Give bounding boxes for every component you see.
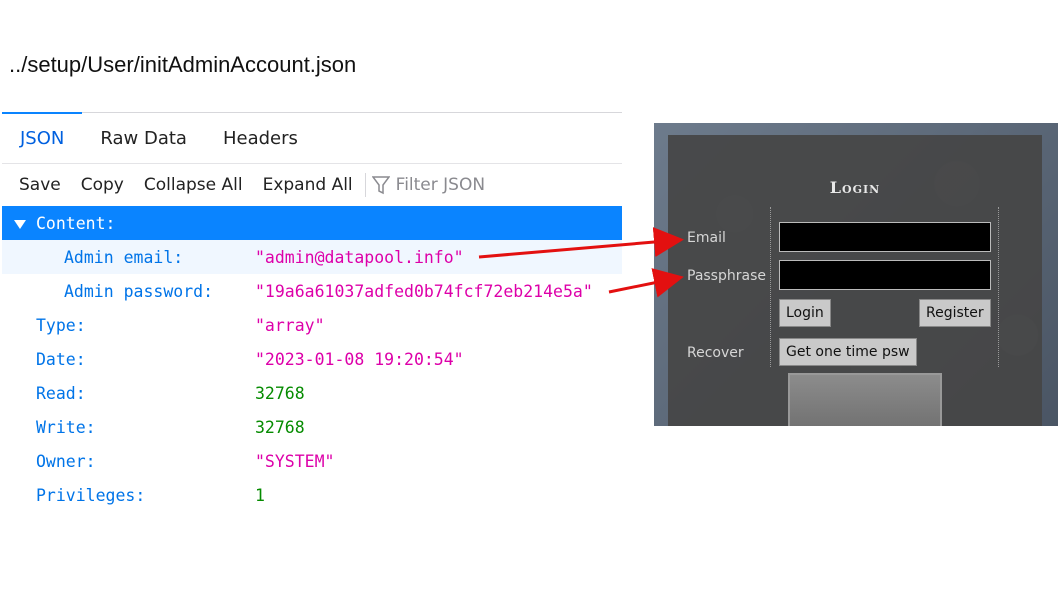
email-label: Email [687, 230, 726, 246]
tab-headers[interactable]: Headers [205, 113, 316, 163]
type-key: Type: [36, 315, 86, 335]
json-row-owner[interactable]: Owner: "SYSTEM" [2, 444, 622, 478]
viewer-tabs: JSON Raw Data Headers [2, 112, 622, 164]
json-row-content[interactable]: Content: [2, 206, 622, 240]
read-key: Read: [36, 383, 86, 403]
collapse-all-button[interactable]: Collapse All [134, 175, 253, 195]
write-key: Write: [36, 417, 96, 437]
tab-json[interactable]: JSON [2, 112, 83, 163]
login-panel: Login Email Passphrase Login Register Re… [668, 135, 1042, 426]
json-row-admin-email[interactable]: Admin email: "admin@datapool.info" [2, 240, 622, 274]
passphrase-input[interactable] [779, 260, 991, 290]
date-key: Date: [36, 349, 86, 369]
owner-key: Owner: [36, 451, 96, 471]
json-viewer: JSON Raw Data Headers Save Copy Collapse… [2, 112, 622, 512]
filter-icon [371, 176, 390, 195]
json-row-write[interactable]: Write: 32768 [2, 410, 622, 444]
content-key: Content: [14, 214, 115, 233]
admin-password-key: Admin password: [64, 281, 214, 301]
background-door [788, 373, 942, 426]
file-path-caption: ../setup/User/initAdminAccount.json [9, 52, 357, 77]
recover-label: Recover [687, 345, 744, 361]
expand-all-button[interactable]: Expand All [253, 175, 363, 195]
json-row-admin-password[interactable]: Admin password: "19a6a61037adfed0b74fcf7… [2, 274, 622, 308]
json-row-date[interactable]: Date: "2023-01-08 19:20:54" [2, 342, 622, 376]
read-value: 32768 [255, 383, 305, 403]
write-value: 32768 [255, 417, 305, 437]
owner-value: "SYSTEM" [255, 451, 335, 471]
filter-placeholder: Filter JSON [395, 175, 486, 195]
right-dotted-divider [998, 207, 999, 367]
login-button[interactable]: Login [779, 299, 831, 327]
json-row-type[interactable]: Type: "array" [2, 308, 622, 342]
json-toolbar: Save Copy Collapse All Expand All Filter… [2, 164, 622, 206]
content-key-label: Content: [36, 213, 116, 233]
type-value: "array" [255, 315, 325, 335]
login-title: Login [829, 178, 881, 197]
privileges-key: Privileges: [36, 485, 146, 505]
expand-triangle-icon [14, 219, 26, 229]
login-screenshot: Login Email Passphrase Login Register Re… [654, 123, 1058, 426]
admin-email-value: "admin@datapool.info" [255, 247, 464, 267]
json-tree: Content: Admin email: "admin@datapool.in… [2, 206, 622, 512]
date-value: "2023-01-08 19:20:54" [255, 349, 464, 369]
left-dotted-divider [770, 207, 771, 367]
admin-password-value: "19a6a61037adfed0b74fcf72eb214e5a" [255, 281, 593, 301]
toolbar-divider [364, 173, 366, 197]
admin-email-key: Admin email: [64, 247, 184, 267]
get-one-time-password-button[interactable]: Get one time psw [779, 338, 917, 366]
json-row-read[interactable]: Read: 32768 [2, 376, 622, 410]
privileges-value: 1 [255, 485, 265, 505]
email-input[interactable] [779, 222, 991, 252]
save-button[interactable]: Save [9, 175, 71, 195]
filter-json-input[interactable]: Filter JSON [371, 175, 486, 195]
register-button[interactable]: Register [919, 299, 991, 327]
tab-raw-data[interactable]: Raw Data [82, 113, 205, 163]
json-row-privileges[interactable]: Privileges: 1 [2, 478, 622, 512]
copy-button[interactable]: Copy [71, 175, 134, 195]
passphrase-label: Passphrase [687, 268, 766, 284]
